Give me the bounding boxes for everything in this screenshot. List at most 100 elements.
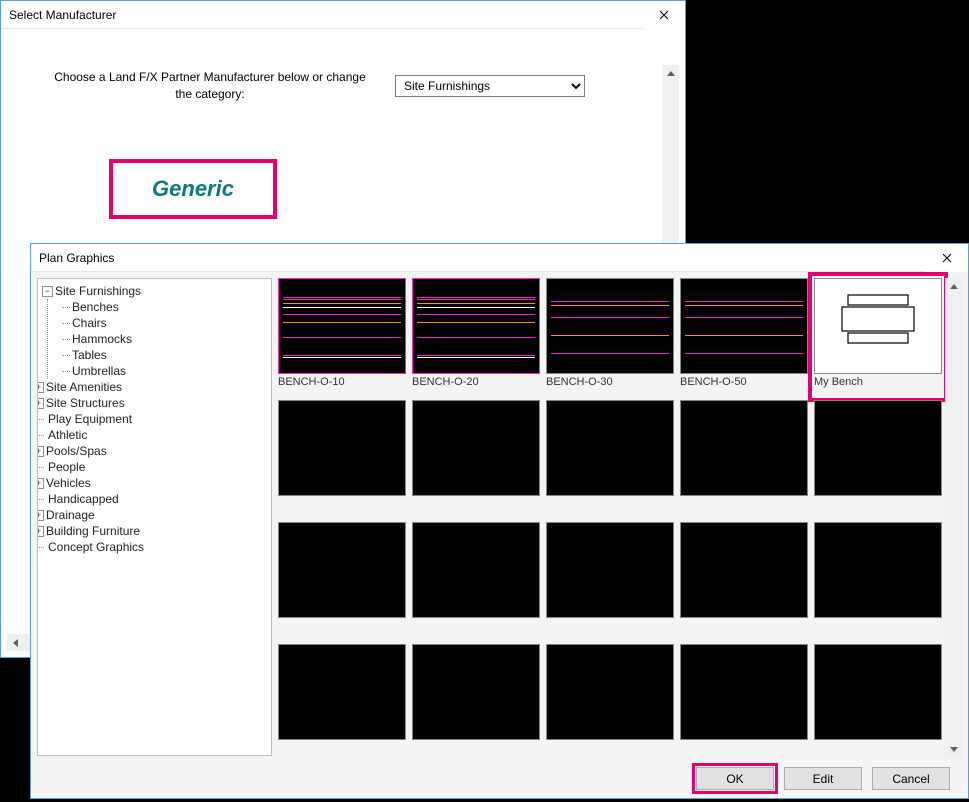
chevron-up-icon xyxy=(667,71,675,76)
thumbnail-preview xyxy=(546,278,674,374)
thumbnail-preview xyxy=(412,278,540,374)
tree-label: Site Structures xyxy=(46,395,125,411)
tree-leaf[interactable]: Umbrellas xyxy=(62,363,269,379)
expand-icon[interactable]: + xyxy=(37,526,44,537)
thumbnail-label xyxy=(546,496,674,498)
thumbnail-cell[interactable]: BENCH-O-30 xyxy=(546,278,674,396)
tree-node[interactable]: Handicapped xyxy=(37,491,269,507)
tree-node[interactable]: +Pools/Spas xyxy=(37,443,269,459)
tree-leaf[interactable]: Tables xyxy=(62,347,269,363)
thumbnail-preview xyxy=(814,644,942,740)
thumbnail-label xyxy=(278,496,406,498)
thumbnail-cell[interactable] xyxy=(680,400,808,518)
generic-manufacturer-tile[interactable]: Generic xyxy=(109,159,277,219)
cancel-button[interactable]: Cancel xyxy=(872,767,950,790)
scroll-up-button[interactable] xyxy=(945,278,962,295)
tree-label: Vehicles xyxy=(46,475,91,491)
thumbnail-preview xyxy=(412,644,540,740)
tree-label: Play Equipment xyxy=(48,411,132,427)
expand-icon[interactable]: + xyxy=(37,382,44,393)
tree-label: Handicapped xyxy=(48,491,119,507)
thumbnail-preview xyxy=(412,400,540,496)
scroll-left-button[interactable] xyxy=(7,634,24,651)
thumbnail-label xyxy=(814,740,942,742)
thumbnail-cell[interactable]: BENCH-O-20 xyxy=(412,278,540,396)
tree-connector xyxy=(37,419,44,420)
dialog-title: Plan Graphics xyxy=(39,251,926,265)
thumbnail-preview xyxy=(278,644,406,740)
expand-icon[interactable]: + xyxy=(37,510,44,521)
thumbnail-cell[interactable]: BENCH-O-10 xyxy=(278,278,406,396)
thumbnail-cell[interactable] xyxy=(278,522,406,640)
tree-node[interactable]: +Vehicles xyxy=(37,475,269,491)
thumbnail-cell[interactable] xyxy=(412,644,540,762)
tree-node[interactable]: +Building Furniture xyxy=(37,523,269,539)
tree-leaf[interactable]: Benches xyxy=(62,299,269,315)
edit-button[interactable]: Edit xyxy=(784,767,862,790)
thumbnail-label xyxy=(278,618,406,620)
thumbnail-cell[interactable] xyxy=(412,522,540,640)
tree-node-site-furnishings[interactable]: − Site Furnishings xyxy=(42,283,269,299)
thumbnail-preview xyxy=(278,278,406,374)
tree-node[interactable]: Concept Graphics xyxy=(37,539,269,555)
thumbnail-cell[interactable] xyxy=(814,644,942,762)
tree-label: Athletic xyxy=(48,427,87,443)
thumbnail-preview xyxy=(546,400,674,496)
tree-connector xyxy=(37,547,44,548)
tree-label: Site Furnishings xyxy=(55,283,141,299)
dialog-title: Select Manufacturer xyxy=(9,8,643,22)
chevron-up-icon xyxy=(950,284,958,289)
thumbnail-preview xyxy=(546,644,674,740)
thumbnail-cell[interactable]: My Bench xyxy=(811,275,945,399)
scroll-up-button[interactable] xyxy=(662,65,679,82)
ok-button[interactable]: OK xyxy=(696,767,774,790)
tree-node[interactable]: +Site Amenities xyxy=(37,379,269,395)
close-icon xyxy=(942,253,952,263)
thumbnail-cell[interactable] xyxy=(278,644,406,762)
thumbnail-area: BENCH-O-10 BENCH-O-20BENCH-O-30BENCH-O-50… xyxy=(278,278,962,756)
thumbnail-preview xyxy=(680,522,808,618)
thumbnail-cell[interactable] xyxy=(546,644,674,762)
thumbnail-cell[interactable] xyxy=(546,400,674,518)
dialog-buttons: OK Edit Cancel xyxy=(696,767,950,790)
tree-node[interactable]: +Site Structures xyxy=(37,395,269,411)
expand-icon[interactable]: + xyxy=(37,478,44,489)
thumbnail-label xyxy=(412,496,540,498)
thumbnail-cell[interactable] xyxy=(546,522,674,640)
thumbnail-label xyxy=(412,740,540,742)
thumbnail-cell[interactable] xyxy=(680,644,808,762)
tree-node[interactable]: Play Equipment xyxy=(37,411,269,427)
tree-leaf[interactable]: Hammocks xyxy=(62,331,269,347)
thumbnail-cell[interactable]: BENCH-O-50 xyxy=(680,278,808,396)
category-select[interactable]: Site Furnishings xyxy=(395,75,585,97)
tree-label: Drainage xyxy=(46,507,95,523)
tree-connector xyxy=(37,467,44,468)
grid-scrollbar[interactable] xyxy=(945,278,962,758)
tree-label: Building Furniture xyxy=(46,523,140,539)
thumbnail-cell[interactable] xyxy=(814,400,942,518)
close-button[interactable] xyxy=(643,1,685,29)
tree-node[interactable]: People xyxy=(37,459,269,475)
expand-icon[interactable]: + xyxy=(37,446,44,457)
tree-node[interactable]: +Drainage xyxy=(37,507,269,523)
tree-label: Pools/Spas xyxy=(46,443,107,459)
titlebar: Select Manufacturer xyxy=(1,1,685,29)
scroll-down-button[interactable] xyxy=(945,741,962,758)
thumbnail-label xyxy=(680,496,808,498)
thumbnail-cell[interactable] xyxy=(680,522,808,640)
tree-node[interactable]: Athletic xyxy=(37,427,269,443)
thumbnail-preview xyxy=(546,522,674,618)
tree-leaf[interactable]: Chairs xyxy=(62,315,269,331)
thumbnail-label: BENCH-O-10 xyxy=(278,374,406,388)
thumbnail-cell[interactable] xyxy=(412,400,540,518)
thumbnail-cell[interactable] xyxy=(814,522,942,640)
chevron-down-icon xyxy=(950,747,958,752)
collapse-icon[interactable]: − xyxy=(42,286,53,297)
thumbnail-preview xyxy=(412,522,540,618)
thumbnail-label xyxy=(814,496,942,498)
thumbnail-cell[interactable] xyxy=(278,400,406,518)
thumbnail-preview xyxy=(278,400,406,496)
expand-icon[interactable]: + xyxy=(37,398,44,409)
close-button[interactable] xyxy=(926,244,968,272)
plan-graphics-dialog: Plan Graphics − Site Furnishings Benches… xyxy=(30,243,969,799)
